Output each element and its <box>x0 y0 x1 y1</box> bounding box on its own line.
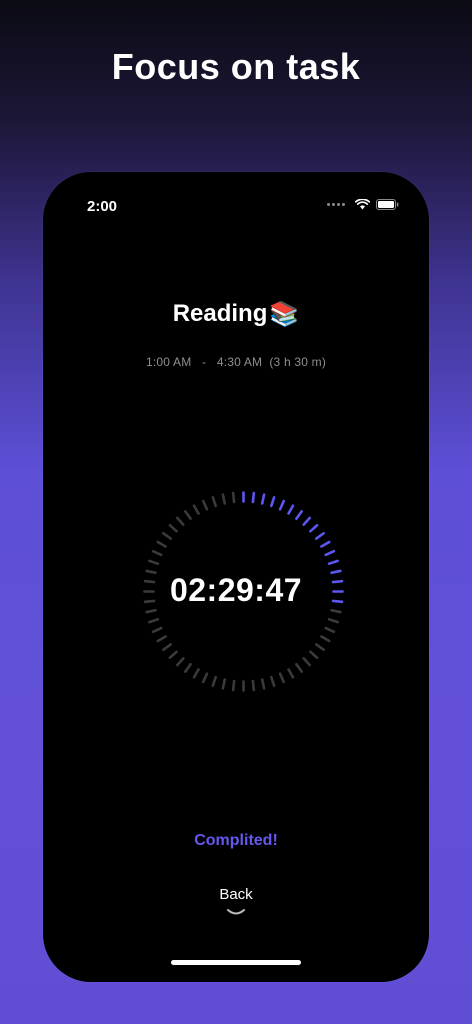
timer-tick <box>309 650 319 660</box>
task-title-text: Reading <box>172 300 268 327</box>
timer-tick <box>270 675 276 687</box>
timer-tick-active <box>309 523 319 533</box>
timer-tick <box>156 635 167 643</box>
back-label: Back <box>219 886 253 903</box>
promo-headline: Focus on task <box>111 46 361 87</box>
timer-tick-active <box>278 499 286 511</box>
timer-tick-active <box>315 532 325 540</box>
phone-frame: 2:00 Reading📚 1:00 AM - 4:30 AM (3 h 30 … <box>43 172 429 982</box>
timer-tick <box>192 504 200 515</box>
signal-dots-icon <box>327 203 345 206</box>
timer-countdown: 02:29:47 <box>169 572 303 608</box>
timer-tick <box>251 679 256 692</box>
timer-tick <box>260 678 266 690</box>
task-time-range: 1:00 AM - 4:30 AM (3 h 30 m) <box>43 355 429 369</box>
timer-tick <box>156 540 167 548</box>
timer-tick <box>287 668 295 679</box>
timer-tick-active <box>324 549 336 557</box>
timer-tick <box>324 626 336 634</box>
task-duration: (3 h 30 m) <box>269 355 327 369</box>
timer-tick <box>295 663 303 673</box>
timer-tick <box>184 510 192 520</box>
task-title: Reading📚 <box>43 300 429 329</box>
timer-tick-active <box>327 559 339 565</box>
chevron-down-icon <box>227 909 245 915</box>
home-indicator[interactable] <box>171 960 301 965</box>
books-icon: 📚 <box>269 301 300 329</box>
timer-tick <box>211 496 217 508</box>
timer-tick <box>175 657 185 667</box>
timer-tick <box>320 635 331 643</box>
timer-tick <box>168 650 178 660</box>
timer-tick <box>184 663 192 673</box>
back-button[interactable]: Back <box>43 886 429 918</box>
timer-tick-active <box>295 510 303 520</box>
timer-tick <box>201 499 209 511</box>
timer-tick <box>201 672 209 684</box>
timer-tick <box>315 643 325 651</box>
task-end-time: 4:30 AM <box>216 355 263 369</box>
timer-tick <box>151 626 163 634</box>
wifi-icon <box>355 199 370 210</box>
timer-tick-active <box>302 516 312 526</box>
timer-tick <box>162 643 172 651</box>
timer-tick <box>330 608 342 614</box>
timer-tick <box>278 672 286 684</box>
timer-tick-active <box>320 540 331 548</box>
timer-tick-active <box>270 496 276 508</box>
timer-tick-active <box>287 504 295 515</box>
timer-tick-active <box>251 491 256 504</box>
timer-tick-active <box>260 493 266 505</box>
status-icons <box>327 199 399 210</box>
completed-button[interactable]: Complited! <box>43 832 429 850</box>
task-start-time: 1:00 AM <box>145 355 192 369</box>
battery-icon <box>376 199 399 210</box>
timer-tick <box>148 559 160 565</box>
timer-tick <box>145 608 157 614</box>
timer-tick <box>231 491 236 504</box>
timer-tick <box>175 516 185 526</box>
timer-tick <box>327 618 339 624</box>
status-time: 2:00 <box>87 198 118 215</box>
timer-tick <box>211 675 217 687</box>
timer-tick <box>148 618 160 624</box>
timer-tick <box>151 549 163 557</box>
timer-tick <box>302 657 312 667</box>
timer-tick <box>168 523 178 533</box>
timer-tick <box>192 668 200 679</box>
timer-tick <box>221 493 227 505</box>
timer-tick <box>162 532 172 540</box>
timer-tick <box>231 679 236 692</box>
timer-tick <box>221 678 227 690</box>
